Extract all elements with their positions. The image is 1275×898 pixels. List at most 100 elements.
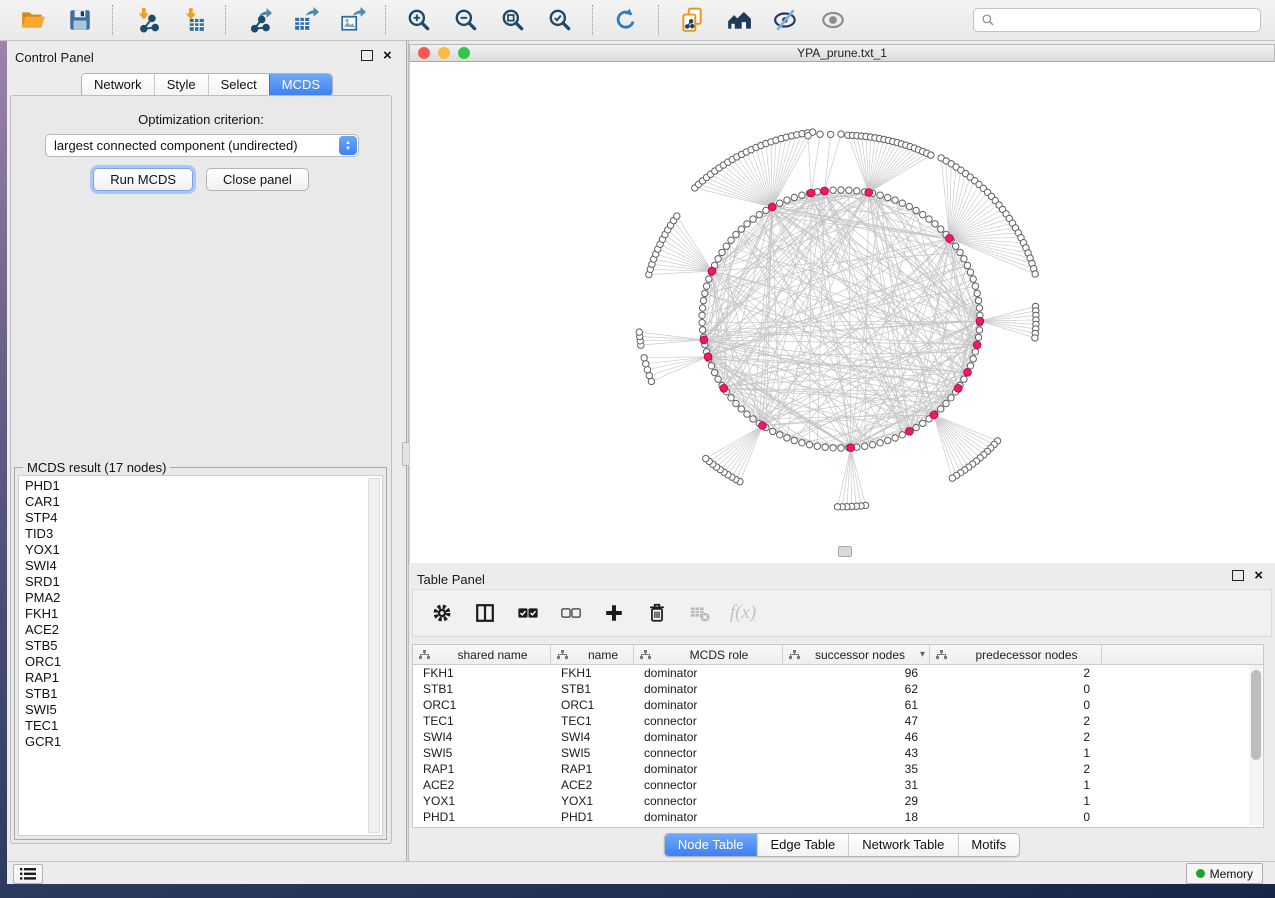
show-columns-icon[interactable] <box>472 600 498 626</box>
first-neighbors-icon[interactable] <box>725 7 752 34</box>
import-table-icon[interactable] <box>179 7 206 34</box>
column-header-shared-name[interactable]: shared name <box>413 645 551 664</box>
zoom-fit-icon[interactable] <box>499 7 526 34</box>
table-cell[interactable]: 61 <box>783 698 930 712</box>
table-cell[interactable]: 47 <box>783 714 930 728</box>
table-cell[interactable]: connector <box>634 714 783 728</box>
hide-selected-icon[interactable] <box>772 7 799 34</box>
mcds-result-item[interactable]: GCR1 <box>25 734 366 750</box>
table-cell[interactable]: PHD1 <box>551 810 634 824</box>
table-cell[interactable]: STB1 <box>413 682 551 696</box>
table-cell[interactable]: dominator <box>634 698 783 712</box>
column-header-predecessor-nodes[interactable]: predecessor nodes <box>930 645 1102 664</box>
tab-motifs[interactable]: Motifs <box>957 834 1019 856</box>
table-cell[interactable]: 35 <box>783 762 930 776</box>
horizontal-splitter-grip[interactable] <box>838 546 852 557</box>
refresh-layout-icon[interactable] <box>612 7 639 34</box>
table-cell[interactable]: 1 <box>930 794 1102 808</box>
column-header-successor-nodes[interactable]: successor nodes▾ <box>783 645 930 664</box>
zoom-in-icon[interactable] <box>405 7 432 34</box>
column-header-MCDS-role[interactable]: MCDS role <box>634 645 783 664</box>
table-row[interactable]: SWI5SWI5connector431 <box>413 745 1263 761</box>
deselect-all-icon[interactable] <box>558 600 584 626</box>
table-cell[interactable]: PHD1 <box>413 810 551 824</box>
search-input[interactable] <box>1000 12 1260 28</box>
criterion-select[interactable]: largest connected component (undirected)… <box>45 134 359 157</box>
table-row[interactable]: YOX1YOX1connector291 <box>413 793 1263 809</box>
select-all-icon[interactable] <box>515 600 541 626</box>
mcds-result-item[interactable]: TID3 <box>25 526 366 542</box>
column-header-name[interactable]: name <box>551 645 634 664</box>
mcds-result-item[interactable]: SRD1 <box>25 574 366 590</box>
tab-mcds[interactable]: MCDS <box>269 74 332 96</box>
table-cell[interactable]: ACE2 <box>551 778 634 792</box>
table-row[interactable]: TEC1TEC1connector472 <box>413 713 1263 729</box>
table-row[interactable]: STB1STB1dominator620 <box>413 681 1263 697</box>
table-cell[interactable]: 1 <box>930 778 1102 792</box>
tab-edge-table[interactable]: Edge Table <box>756 834 848 856</box>
zoom-out-icon[interactable] <box>452 7 479 34</box>
float-panel-icon[interactable] <box>361 50 373 61</box>
mcds-result-item[interactable]: FKH1 <box>25 606 366 622</box>
table-cell[interactable]: ACE2 <box>413 778 551 792</box>
table-cell[interactable]: SWI4 <box>551 730 634 744</box>
table-cell[interactable]: ORC1 <box>551 698 634 712</box>
table-scrollbar-thumb[interactable] <box>1251 670 1261 760</box>
show-all-eye-icon[interactable] <box>819 7 846 34</box>
tab-select[interactable]: Select <box>208 74 269 96</box>
table-cell[interactable]: YOX1 <box>551 794 634 808</box>
table-cell[interactable]: TEC1 <box>413 714 551 728</box>
table-cell[interactable]: SWI5 <box>551 746 634 760</box>
table-cell[interactable]: STB1 <box>551 682 634 696</box>
mcds-result-item[interactable]: PHD1 <box>25 478 366 494</box>
table-cell[interactable]: 18 <box>783 810 930 824</box>
mcds-result-item[interactable]: STB1 <box>25 686 366 702</box>
mcds-result-scrollbar[interactable] <box>368 478 380 833</box>
mcds-result-item[interactable]: CAR1 <box>25 494 366 510</box>
mcds-result-item[interactable]: ORC1 <box>25 654 366 670</box>
table-cell[interactable]: 43 <box>783 746 930 760</box>
close-panel-button[interactable]: Close panel <box>206 168 309 191</box>
table-cell[interactable]: 46 <box>783 730 930 744</box>
table-cell[interactable]: dominator <box>634 762 783 776</box>
mcds-result-item[interactable]: ACE2 <box>25 622 366 638</box>
zoom-selected-icon[interactable] <box>546 7 573 34</box>
mcds-result-item[interactable]: RAP1 <box>25 670 366 686</box>
mcds-result-item[interactable]: SWI4 <box>25 558 366 574</box>
table-cell[interactable]: 2 <box>930 762 1102 776</box>
delete-column-trash-icon[interactable] <box>644 600 670 626</box>
tab-node-table[interactable]: Node Table <box>665 834 757 856</box>
table-cell[interactable]: TEC1 <box>551 714 634 728</box>
mcds-result-item[interactable]: STB5 <box>25 638 366 654</box>
table-row[interactable]: FKH1FKH1dominator962 <box>413 665 1263 681</box>
table-cell[interactable]: 2 <box>930 666 1102 680</box>
table-cell[interactable]: SWI5 <box>413 746 551 760</box>
open-session-icon[interactable] <box>19 7 46 34</box>
tab-style[interactable]: Style <box>154 74 208 96</box>
save-session-icon[interactable] <box>66 7 93 34</box>
tab-network[interactable]: Network <box>82 74 154 96</box>
run-mcds-button[interactable]: Run MCDS <box>93 168 193 191</box>
table-cell[interactable]: ORC1 <box>413 698 551 712</box>
float-panel-icon[interactable] <box>1232 570 1244 581</box>
table-cell[interactable]: dominator <box>634 810 783 824</box>
export-network-icon[interactable] <box>245 7 272 34</box>
mcds-result-item[interactable]: SWI5 <box>25 702 366 718</box>
table-cell[interactable]: SWI4 <box>413 730 551 744</box>
table-row[interactable]: PHD1PHD1dominator180 <box>413 809 1263 825</box>
import-network-icon[interactable] <box>132 7 159 34</box>
table-cell[interactable]: 0 <box>930 682 1102 696</box>
table-settings-gear-icon[interactable] <box>429 600 455 626</box>
table-row[interactable]: RAP1RAP1dominator352 <box>413 761 1263 777</box>
network-canvas[interactable] <box>409 62 1275 563</box>
mcds-result-item[interactable]: TEC1 <box>25 718 366 734</box>
table-cell[interactable]: connector <box>634 746 783 760</box>
table-cell[interactable]: dominator <box>634 730 783 744</box>
table-cell[interactable]: connector <box>634 794 783 808</box>
table-cell[interactable]: FKH1 <box>413 666 551 680</box>
tab-network-table[interactable]: Network Table <box>848 834 957 856</box>
table-cell[interactable]: dominator <box>634 682 783 696</box>
close-panel-icon[interactable]: × <box>1254 571 1263 581</box>
task-history-button[interactable] <box>13 864 43 884</box>
table-cell[interactable]: 29 <box>783 794 930 808</box>
